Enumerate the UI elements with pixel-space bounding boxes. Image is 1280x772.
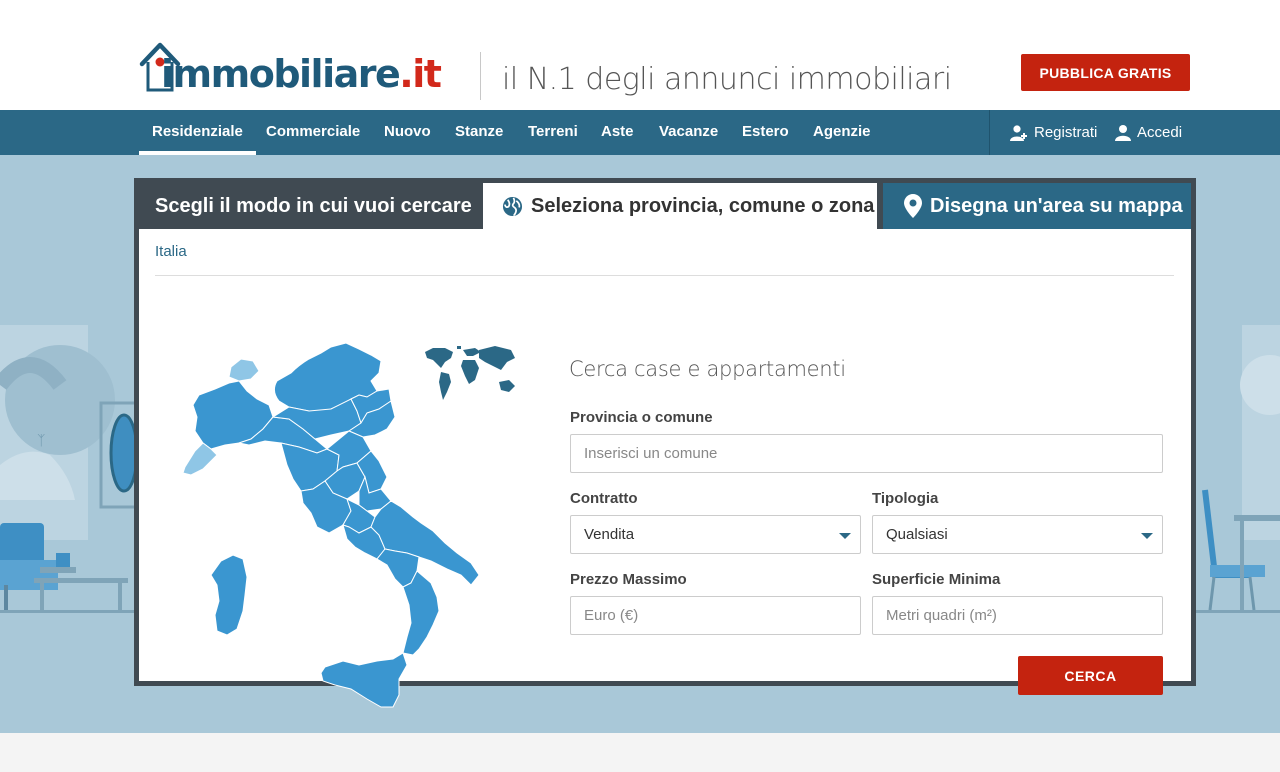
- type-label: Tipologia: [872, 490, 939, 507]
- svg-text:ᛉ: ᛉ: [37, 433, 45, 449]
- province-input[interactable]: [570, 434, 1163, 473]
- chevron-down-icon: [839, 533, 851, 539]
- max-price-input[interactable]: [570, 596, 861, 635]
- tab-region-label: Seleziona provincia, comune o zona: [531, 194, 875, 217]
- globe-icon: [502, 196, 523, 217]
- breadcrumb-divider: [155, 275, 1174, 276]
- search-submit-button[interactable]: CERCA: [1018, 656, 1163, 695]
- user-icon: [1115, 124, 1131, 141]
- breadcrumb-italia[interactable]: Italia: [155, 243, 187, 260]
- world-map-icon[interactable]: [423, 344, 519, 406]
- search-tabs: Scegli il modo in cui vuoi cercare Selez…: [139, 183, 1191, 229]
- nav-separator: [989, 110, 990, 155]
- map-pin-icon: [904, 194, 922, 218]
- user-plus-icon: [1010, 124, 1028, 142]
- nav-item-vacanze[interactable]: Vacanze: [659, 110, 718, 155]
- search-panel: Scegli il modo in cui vuoi cercare Selez…: [134, 178, 1196, 708]
- immobiliare-logo[interactable]: immobiliare.it: [139, 40, 457, 96]
- contract-select-value: Vendita: [584, 526, 635, 543]
- search-panel-body: Italia Cerca case e appartamenti Provinc…: [139, 229, 1191, 708]
- tab-draw-area[interactable]: Disegna un'area su mappa: [883, 183, 1191, 229]
- login-label: Accedi: [1137, 124, 1183, 141]
- area-label: Superficie Minima: [872, 571, 1001, 588]
- tagline: il N.1 degli annunci immobiliari: [502, 62, 952, 97]
- form-title: Cerca case e appartamenti: [569, 357, 846, 381]
- province-label: Provincia o comune: [570, 409, 713, 426]
- header-divider: [480, 52, 481, 100]
- nav-item-terreni[interactable]: Terreni: [528, 110, 578, 155]
- nav-item-agenzie[interactable]: Agenzie: [813, 110, 871, 155]
- nav-item-aste[interactable]: Aste: [601, 110, 634, 155]
- tab-draw-area-label: Disegna un'area su mappa: [930, 194, 1183, 217]
- login-link[interactable]: Accedi: [1115, 110, 1182, 155]
- register-label: Registrati: [1034, 124, 1098, 141]
- site-header: immobiliare.it il N.1 degli annunci immo…: [0, 0, 1280, 110]
- tab-region-select[interactable]: Seleziona provincia, comune o zona: [483, 183, 877, 229]
- main-nav: Residenziale Commerciale Nuovo Stanze Te…: [0, 110, 1280, 155]
- search-mode-title: Scegli il modo in cui vuoi cercare: [155, 195, 472, 217]
- contract-select[interactable]: Vendita: [570, 515, 861, 554]
- contract-label: Contratto: [570, 490, 638, 507]
- price-label: Prezzo Massimo: [570, 571, 687, 588]
- nav-item-residenziale[interactable]: Residenziale: [139, 110, 256, 155]
- type-select-value: Qualsiasi: [886, 526, 948, 543]
- nav-item-stanze[interactable]: Stanze: [455, 110, 503, 155]
- nav-item-nuovo[interactable]: Nuovo: [384, 110, 431, 155]
- nav-item-estero[interactable]: Estero: [742, 110, 789, 155]
- register-link[interactable]: Registrati: [1010, 110, 1097, 155]
- logo-wordmark: immobiliare.it: [161, 52, 442, 96]
- page-footer-strip: [0, 733, 1280, 772]
- type-select[interactable]: Qualsiasi: [872, 515, 1163, 554]
- publish-free-button[interactable]: PUBBLICA GRATIS: [1021, 54, 1190, 91]
- min-area-input[interactable]: [872, 596, 1163, 635]
- nav-item-commerciale[interactable]: Commerciale: [266, 110, 360, 155]
- chevron-down-icon: [1141, 533, 1153, 539]
